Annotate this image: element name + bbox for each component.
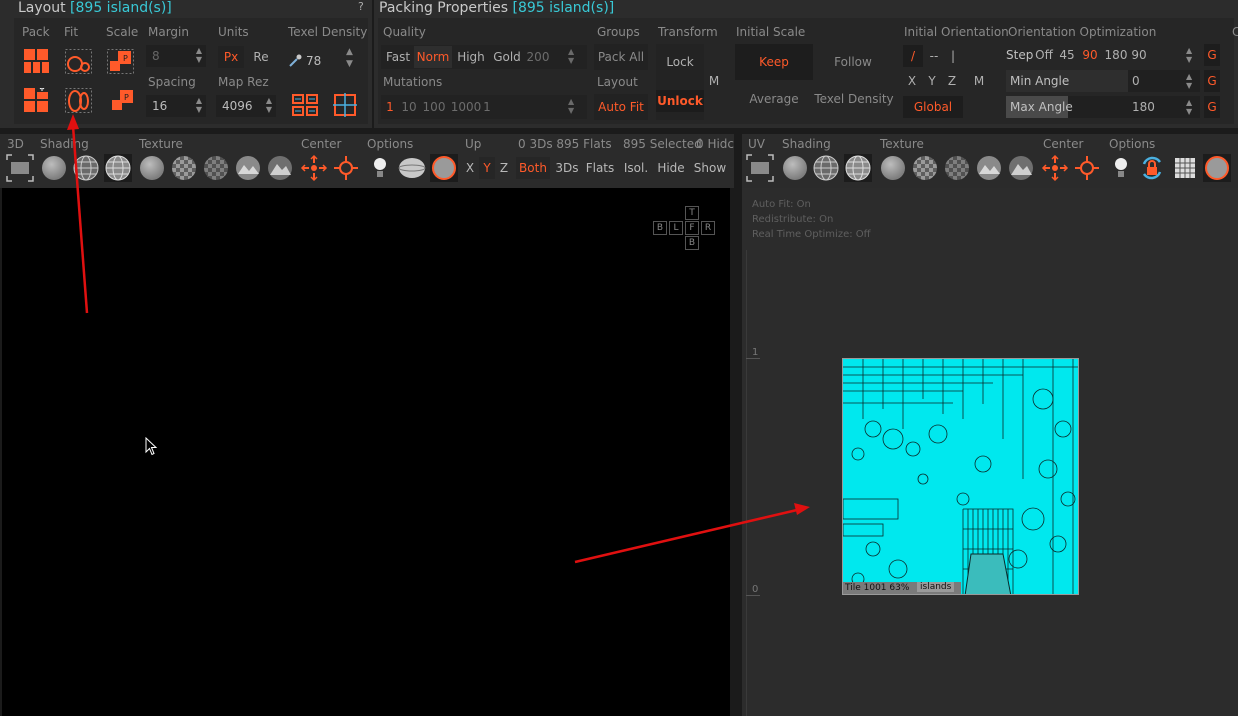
arrow-to-fit-icon — [67, 114, 89, 314]
annotation-arrows — [67, 114, 810, 564]
arrow-to-uv-tile — [574, 503, 810, 564]
